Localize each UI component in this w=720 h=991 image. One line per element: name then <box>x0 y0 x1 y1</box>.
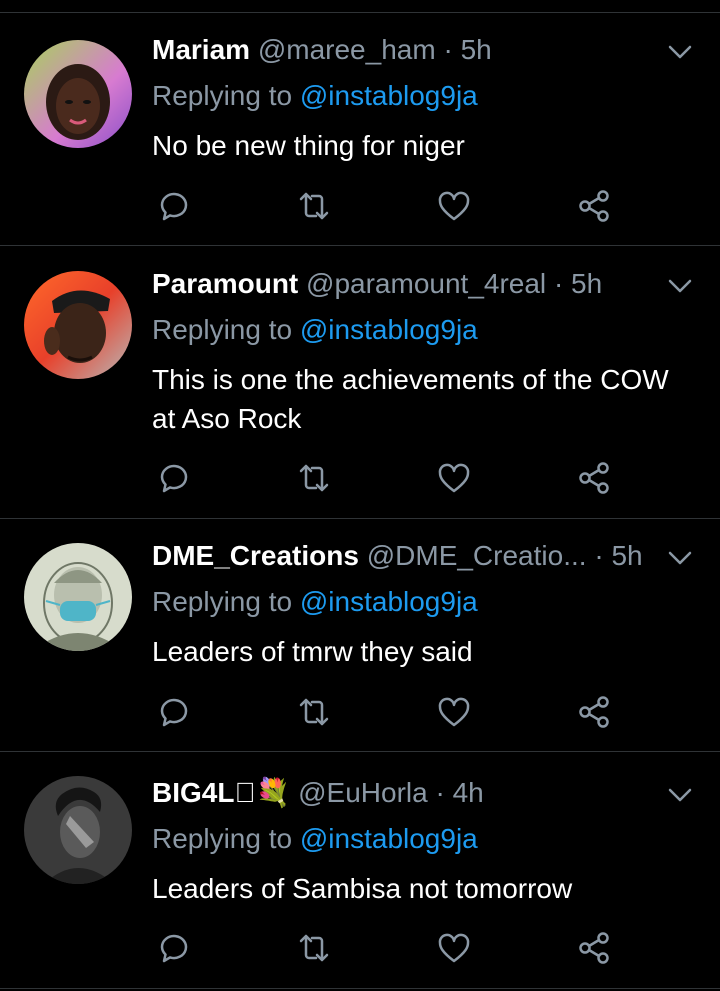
mention-link[interactable]: @instablog9ja <box>300 823 478 854</box>
share-icon[interactable] <box>574 458 614 498</box>
tweet-header: Mariam @maree_ham · 5h <box>152 30 492 70</box>
timestamp[interactable]: 5h <box>461 34 492 65</box>
replying-to: Replying to @instablog9ja <box>152 76 478 116</box>
tweet-card[interactable]: Paramount @paramount_4real · 5h Replying… <box>0 264 720 517</box>
display-name[interactable]: Paramount <box>152 268 298 299</box>
separator-dot: · <box>443 34 453 65</box>
action-bar <box>152 692 622 732</box>
replying-to: Replying to @instablog9ja <box>152 819 478 859</box>
mention-link[interactable]: @instablog9ja <box>300 586 478 617</box>
user-handle[interactable]: @paramount_4real <box>306 268 546 299</box>
avatar[interactable] <box>24 271 132 379</box>
tweet-divider <box>0 518 720 519</box>
comment-icon[interactable] <box>154 928 194 968</box>
avatar[interactable] <box>24 776 132 884</box>
top-divider <box>0 12 720 13</box>
display-name[interactable]: BIG4L🏻💐 <box>152 777 290 808</box>
replying-prefix: Replying to <box>152 823 293 854</box>
display-name[interactable]: Mariam <box>152 34 250 65</box>
timestamp[interactable]: 5h <box>571 268 602 299</box>
tweet-text: Leaders of Sambisa not tomorrow <box>152 873 573 904</box>
chevron-down-icon[interactable] <box>664 36 696 68</box>
tweet-header: DME_Creations @DME_Creatio... · 5h <box>152 536 643 576</box>
tweet-card[interactable]: DME_Creations @DME_Creatio... · 5h Reply… <box>0 536 720 751</box>
chevron-down-icon[interactable] <box>664 270 696 302</box>
heart-icon[interactable] <box>434 458 474 498</box>
replying-prefix: Replying to <box>152 586 293 617</box>
heart-icon[interactable] <box>434 692 474 732</box>
timestamp[interactable]: 5h <box>611 540 642 571</box>
user-handle[interactable]: @DME_Creatio... <box>367 540 587 571</box>
heart-icon[interactable] <box>434 186 474 226</box>
comment-icon[interactable] <box>154 692 194 732</box>
retweet-icon[interactable] <box>294 692 334 732</box>
action-bar <box>152 458 622 498</box>
tweet-card[interactable]: Mariam @maree_ham · 5h Replying to @inst… <box>0 30 720 245</box>
display-name[interactable]: DME_Creations <box>152 540 359 571</box>
tweet-divider <box>0 751 720 752</box>
tweet-divider <box>0 988 720 989</box>
tweet-card[interactable]: BIG4L🏻💐 @EuHorla · 4h Replying to @insta… <box>0 773 720 988</box>
tweet-text: No be new thing for niger <box>152 130 465 161</box>
share-icon[interactable] <box>574 692 614 732</box>
user-handle[interactable]: @EuHorla <box>298 777 428 808</box>
share-icon[interactable] <box>574 928 614 968</box>
replying-to: Replying to @instablog9ja <box>152 582 478 622</box>
mention-link[interactable]: @instablog9ja <box>300 80 478 111</box>
heart-icon[interactable] <box>434 928 474 968</box>
replying-to: Replying to @instablog9ja <box>152 310 478 350</box>
replying-prefix: Replying to <box>152 80 293 111</box>
retweet-icon[interactable] <box>294 186 334 226</box>
tweet-text: Leaders of tmrw they said <box>152 636 473 667</box>
share-icon[interactable] <box>574 186 614 226</box>
retweet-icon[interactable] <box>294 928 334 968</box>
mention-link[interactable]: @instablog9ja <box>300 314 478 345</box>
separator-dot: · <box>594 540 604 571</box>
separator-dot: · <box>435 777 445 808</box>
tweet-divider <box>0 245 720 246</box>
action-bar <box>152 928 622 968</box>
comment-icon[interactable] <box>154 458 194 498</box>
timestamp[interactable]: 4h <box>453 777 484 808</box>
action-bar <box>152 186 622 226</box>
tweet-text: This is one the achievements of the COW … <box>152 364 669 434</box>
chevron-down-icon[interactable] <box>664 779 696 811</box>
avatar[interactable] <box>24 40 132 148</box>
retweet-icon[interactable] <box>294 458 334 498</box>
avatar[interactable] <box>24 543 132 651</box>
replying-prefix: Replying to <box>152 314 293 345</box>
tweet-header: Paramount @paramount_4real · 5h <box>152 264 602 304</box>
comment-icon[interactable] <box>154 186 194 226</box>
chevron-down-icon[interactable] <box>664 542 696 574</box>
separator-dot: · <box>553 268 564 299</box>
user-handle[interactable]: @maree_ham <box>258 34 436 65</box>
tweet-header: BIG4L🏻💐 @EuHorla · 4h <box>152 773 484 813</box>
